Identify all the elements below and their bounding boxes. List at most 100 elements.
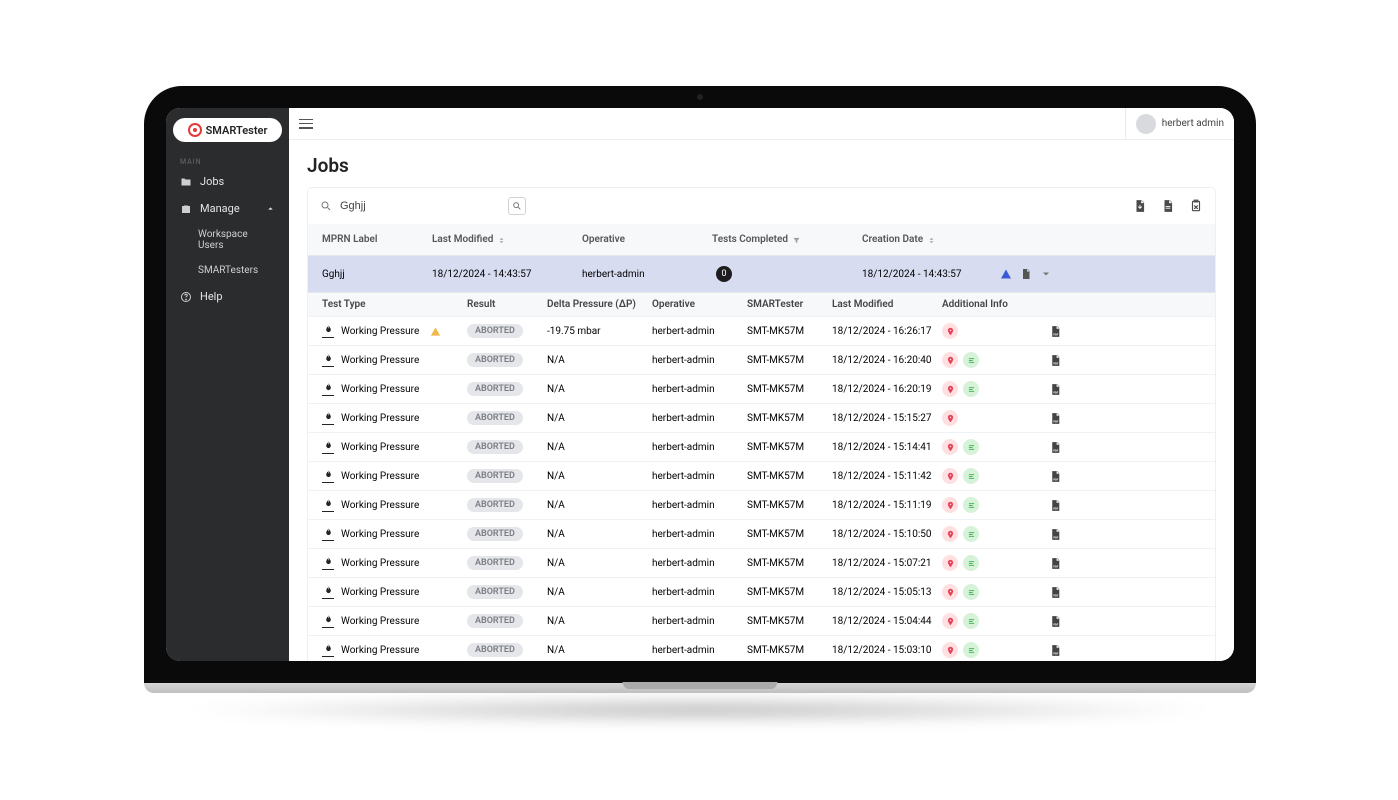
- note-icon[interactable]: [963, 555, 979, 571]
- note-icon[interactable]: [963, 468, 979, 484]
- pdf-download-icon[interactable]: PDF: [1049, 470, 1062, 483]
- location-marker-icon[interactable]: [942, 613, 958, 629]
- pdf-download-icon[interactable]: PDF: [1049, 615, 1062, 628]
- location-marker-icon[interactable]: [942, 439, 958, 455]
- note-icon[interactable]: [963, 497, 979, 513]
- svg-text:PDF: PDF: [1053, 361, 1058, 365]
- search-button[interactable]: [508, 197, 526, 215]
- pdf-download-icon[interactable]: PDF: [1049, 557, 1062, 570]
- help-icon: [180, 291, 192, 303]
- export-csv-icon[interactable]: [1161, 199, 1175, 213]
- col-delta: Delta Pressure (ΔP): [547, 299, 652, 310]
- nav-item-workspace-users[interactable]: Workspace Users: [166, 222, 289, 258]
- pdf-download-icon[interactable]: PDF: [1049, 499, 1062, 512]
- location-marker-icon[interactable]: [942, 381, 958, 397]
- note-icon[interactable]: [963, 352, 979, 368]
- brand-mark-icon: [188, 123, 202, 137]
- pdf-download-icon[interactable]: PDF: [1049, 528, 1062, 541]
- test-last-modified: 18/12/2024 - 15:10:50: [832, 529, 942, 540]
- col-operative[interactable]: Operative: [582, 234, 712, 245]
- pdf-download-icon[interactable]: PDF: [1049, 412, 1062, 425]
- flame-icon: [322, 324, 334, 338]
- test-operative: herbert-admin: [652, 529, 747, 540]
- location-marker-icon[interactable]: [942, 323, 958, 339]
- location-marker-icon[interactable]: [942, 584, 958, 600]
- svg-text:PDF: PDF: [1053, 593, 1058, 597]
- warning-icon[interactable]: [1000, 268, 1012, 280]
- pdf-download-icon[interactable]: PDF: [1049, 383, 1062, 396]
- note-icon[interactable]: [963, 381, 979, 397]
- test-row[interactable]: Working PressureABORTEDN/Aherbert-adminS…: [308, 490, 1215, 519]
- col-last-modified[interactable]: Last Modified: [432, 234, 582, 245]
- flame-icon: [322, 411, 334, 425]
- nav-label: Manage: [200, 202, 240, 215]
- test-row[interactable]: Working PressureABORTEDN/Aherbert-adminS…: [308, 461, 1215, 490]
- location-marker-icon[interactable]: [942, 526, 958, 542]
- note-icon[interactable]: [963, 584, 979, 600]
- test-operative: herbert-admin: [652, 500, 747, 511]
- result-badge: ABORTED: [467, 324, 523, 338]
- test-row[interactable]: Working Pressure ABORTED-19.75 mbarherbe…: [308, 316, 1215, 345]
- col-mprn[interactable]: MPRN Label: [322, 234, 432, 245]
- export-file-icon[interactable]: [1133, 199, 1147, 213]
- result-badge: ABORTED: [467, 469, 523, 483]
- location-marker-icon[interactable]: [942, 642, 958, 658]
- menu-toggle-button[interactable]: [299, 119, 313, 129]
- test-row[interactable]: Working PressureABORTEDN/Aherbert-adminS…: [308, 548, 1215, 577]
- nav-item-manage[interactable]: Manage: [166, 195, 289, 222]
- flame-icon: [322, 643, 334, 657]
- jobs-table-header: MPRN Label Last Modified Operative Tests…: [308, 224, 1215, 255]
- test-row[interactable]: Working PressureABORTEDN/Aherbert-adminS…: [308, 519, 1215, 548]
- test-row[interactable]: Working PressureABORTEDN/Aherbert-adminS…: [308, 345, 1215, 374]
- svg-text:PDF: PDF: [1053, 448, 1058, 452]
- col-creation-date[interactable]: Creation Date: [862, 234, 1012, 245]
- location-marker-icon[interactable]: [942, 410, 958, 426]
- test-row[interactable]: Working PressureABORTEDN/Aherbert-adminS…: [308, 403, 1215, 432]
- delta-value: N/A: [547, 558, 652, 569]
- job-row[interactable]: Gghjj 18/12/2024 - 14:43:57 herbert-admi…: [308, 255, 1215, 292]
- svg-text:PDF: PDF: [1053, 332, 1058, 336]
- col-additional-info: Additional Info: [942, 299, 1022, 310]
- nav-item-jobs[interactable]: Jobs: [166, 168, 289, 195]
- test-smartester: SMT-MK57M: [747, 558, 832, 569]
- test-row[interactable]: Working PressureABORTEDN/Aherbert-adminS…: [308, 606, 1215, 635]
- test-row[interactable]: Working PressureABORTEDN/Aherbert-adminS…: [308, 577, 1215, 606]
- search-input[interactable]: [340, 196, 500, 216]
- nav-item-help[interactable]: Help: [166, 283, 289, 310]
- location-marker-icon[interactable]: [942, 497, 958, 513]
- col-test-operative: Operative: [652, 299, 747, 310]
- nav-label: Help: [200, 290, 223, 303]
- pdf-download-icon[interactable]: PDF: [1049, 325, 1062, 338]
- pdf-download-icon[interactable]: PDF: [1049, 644, 1062, 657]
- delta-value: N/A: [547, 384, 652, 395]
- nav-item-smartesters[interactable]: SMARTesters: [166, 258, 289, 283]
- result-badge: ABORTED: [467, 498, 523, 512]
- note-icon[interactable]: [963, 439, 979, 455]
- filter-icon: [792, 236, 800, 244]
- test-row[interactable]: Working PressureABORTEDN/Aherbert-adminS…: [308, 432, 1215, 461]
- note-icon[interactable]: [963, 526, 979, 542]
- test-row[interactable]: Working PressureABORTEDN/Aherbert-adminS…: [308, 635, 1215, 661]
- test-last-modified: 18/12/2024 - 15:11:19: [832, 500, 942, 511]
- clipboard-cancel-icon[interactable]: [1189, 199, 1203, 213]
- flame-icon: [322, 556, 334, 570]
- location-marker-icon[interactable]: [942, 555, 958, 571]
- job-creation-date: 18/12/2024 - 14:43:57: [862, 269, 1012, 280]
- note-icon[interactable]: [963, 642, 979, 658]
- test-operative: herbert-admin: [652, 616, 747, 627]
- pdf-download-icon[interactable]: PDF: [1049, 354, 1062, 367]
- chevron-down-icon[interactable]: [1040, 268, 1052, 280]
- pdf-download-icon[interactable]: PDF: [1049, 441, 1062, 454]
- test-row[interactable]: Working PressureABORTEDN/Aherbert-adminS…: [308, 374, 1215, 403]
- pdf-download-icon[interactable]: [1020, 268, 1032, 280]
- col-tests-completed[interactable]: Tests Completed: [712, 234, 862, 245]
- svg-text:PDF: PDF: [1053, 477, 1058, 481]
- location-marker-icon[interactable]: [942, 468, 958, 484]
- note-icon[interactable]: [963, 613, 979, 629]
- pdf-download-icon[interactable]: PDF: [1049, 586, 1062, 599]
- test-type-label: Working Pressure: [341, 413, 419, 424]
- user-menu[interactable]: herbert admin: [1125, 108, 1224, 139]
- location-marker-icon[interactable]: [942, 352, 958, 368]
- result-badge: ABORTED: [467, 585, 523, 599]
- test-operative: herbert-admin: [652, 471, 747, 482]
